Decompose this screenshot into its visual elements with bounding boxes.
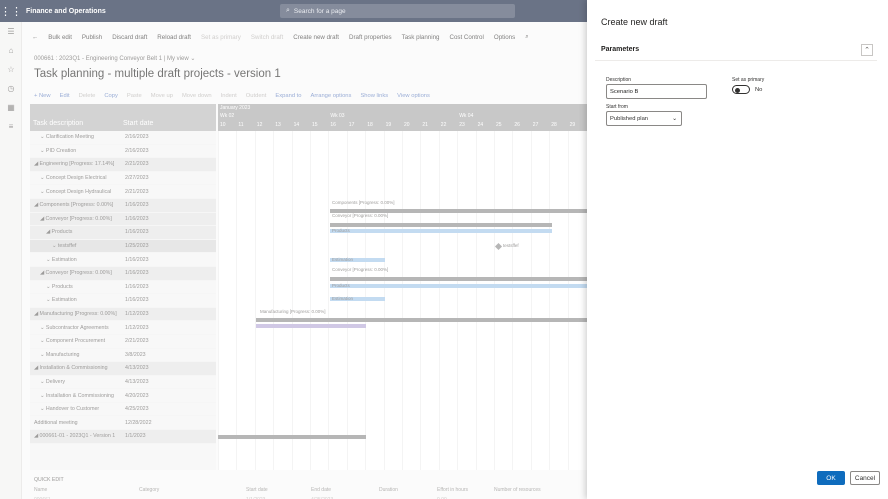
chevron-down-icon: ⌄ bbox=[672, 115, 677, 122]
description-label: Description bbox=[606, 77, 632, 83]
description-input[interactable]: Scenario B bbox=[606, 84, 707, 99]
start-from-value: Published plan bbox=[610, 115, 649, 122]
collapse-icon[interactable]: ⌃ bbox=[861, 44, 873, 56]
start-from-select[interactable]: Published plan ⌄ bbox=[606, 111, 682, 126]
cancel-button[interactable]: Cancel bbox=[850, 471, 880, 485]
toggle-knob bbox=[735, 87, 740, 93]
start-from-label: Start from bbox=[606, 104, 628, 110]
panel-title: Create new draft bbox=[601, 17, 668, 27]
section-label: Parameters bbox=[601, 46, 640, 53]
set-primary-label: Set as primary bbox=[732, 77, 765, 83]
ok-button[interactable]: OK bbox=[817, 471, 845, 485]
set-primary-toggle[interactable] bbox=[732, 85, 750, 94]
parameters-section[interactable]: Parameters ⌃ bbox=[595, 41, 877, 61]
create-draft-panel: Create new draft Parameters ⌃ Descriptio… bbox=[587, 0, 888, 499]
set-primary-value: No bbox=[755, 87, 763, 93]
modal-overlay[interactable] bbox=[0, 0, 587, 499]
